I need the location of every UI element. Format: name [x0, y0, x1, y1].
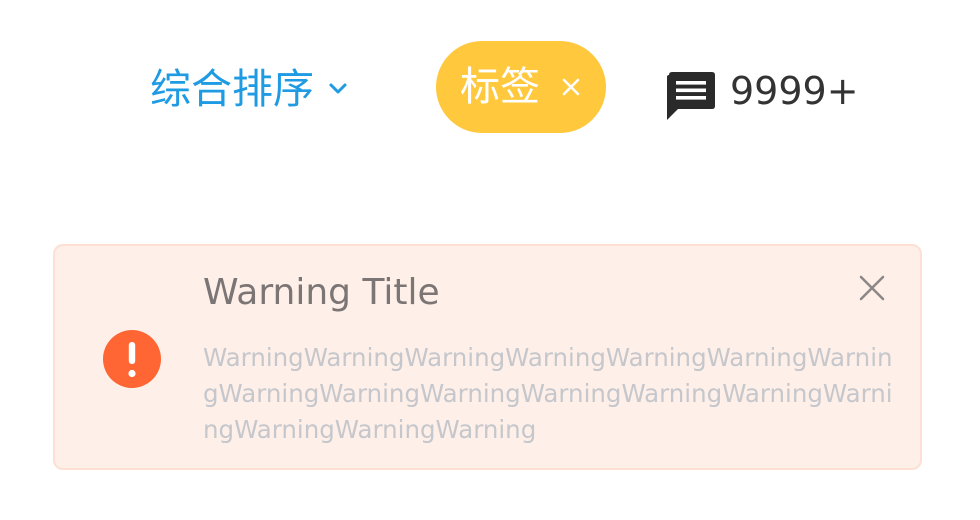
warning-alert: Warning Title WarningWarningWarningWarni… — [53, 244, 922, 470]
sort-dropdown-label: 综合排序 — [150, 65, 314, 113]
page: 综合排序 标签 9999+ Warning Title WarningWarni… — [0, 0, 980, 520]
alert-message: WarningWarningWarningWarningWarningWarni… — [203, 343, 893, 444]
exclamation-circle-icon — [103, 330, 161, 388]
alert-title: Warning Title — [203, 272, 440, 313]
comment-count[interactable]: 9999+ — [664, 66, 859, 122]
alert-close-icon[interactable] — [858, 274, 886, 302]
comment-count-value: 9999+ — [730, 69, 859, 113]
chat-bubble-icon — [667, 72, 715, 120]
sort-dropdown[interactable]: 综合排序 — [150, 62, 348, 116]
tag-label: 标签 — [460, 64, 540, 110]
tag-chip[interactable]: 标签 — [436, 41, 606, 133]
tag-close-icon[interactable] — [560, 76, 582, 98]
chevron-down-icon — [329, 83, 347, 94]
